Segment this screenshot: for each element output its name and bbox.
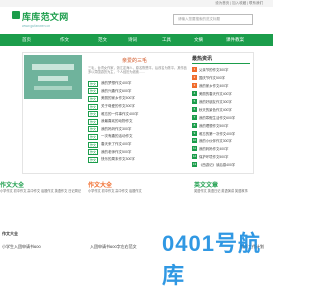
bottom-col1-title: 作文大全 (2, 231, 18, 236)
list-item[interactable]: 作文 我最喜欢的动物作文 (88, 118, 192, 126)
logo-url: www.gufanwen.cn (22, 24, 51, 28)
category-row: 作文大全 小学作文 初中作文 高中作文 话题作文 英语作文 日记周记 作文大全 … (0, 180, 273, 210)
article-list: 作文 我的梦想作文400字 作文 我的兴趣作文600字 作文 美丽的家乡作文500字 … (88, 80, 192, 164)
top-bar: 设为首页 | 加入收藏 | 联系我们 (0, 0, 273, 7)
list-item[interactable]: 作文 难忘的一件事作文400字 (88, 110, 192, 118)
list-item[interactable]: 作文 我的老师作文500字 (88, 148, 192, 156)
logo-title: 库库范文网 (22, 12, 69, 22)
hot-item[interactable]: 6 秋天的景色作文400字 (192, 105, 250, 113)
nav-item-tools[interactable]: 工具 (162, 34, 171, 46)
nav-item-kejian[interactable]: 课件教案 (226, 34, 244, 46)
nav-item-shici[interactable]: 诗词 (128, 34, 137, 46)
list-item[interactable]: 作文 我的兴趣作文600字 (88, 88, 192, 96)
featured-image[interactable] (24, 55, 82, 99)
logo-icon (12, 11, 20, 19)
hot-item[interactable]: 13 《西游记》读后感400字 (192, 161, 250, 169)
nav-item-wenzhai[interactable]: 文摘 (194, 34, 203, 46)
hot-item[interactable]: 3 我的家乡作文400字 (192, 82, 250, 90)
watermark: 0401号航库 (162, 231, 261, 288)
hot-item[interactable]: 11 我的妈妈作文400字 (192, 145, 250, 153)
featured-title[interactable]: 亲爱的三毛 (122, 57, 147, 64)
search-input[interactable]: 请输入您要搜索的范文标题 (173, 14, 253, 25)
nav-item-fanwen[interactable]: 范文 (98, 34, 107, 46)
site-logo[interactable]: 库库范文网 www.gufanwen.cn (12, 10, 69, 28)
bottom-col1-item[interactable]: 小学生入团申请书600 (2, 244, 41, 250)
bottom-col2-item[interactable]: 入团申请书600字左右范文 (90, 244, 137, 250)
category-english[interactable]: 英文文章 英语作文 英语日记 英语演讲 英语故事 (194, 180, 269, 210)
hot-news-panel: 最热资讯 1 父亲节的作文300字 2 国庆节作文500字 3 我的家乡作文400字 … (192, 55, 250, 169)
featured-desc: 三毛，台湾女作家，浙江定海人，原名陈懋平。后改名为陈平。其作品多以异国游历为主，… (88, 66, 187, 75)
hot-item[interactable]: 9 难忘的第一次作文400字 (192, 129, 250, 137)
hot-item[interactable]: 4 美丽的春天作文400字 (192, 90, 250, 98)
list-item[interactable]: 作文 我的妈妈作文300字 (88, 126, 192, 134)
list-item[interactable]: 作文 快乐的周末作文300字 (88, 156, 192, 164)
category-zuowen[interactable]: 作文大全 小学作文 初中作文 高中作文 话题作文 英语作文 日记周记 (0, 180, 84, 210)
hot-item[interactable]: 5 我的好朋友作文300字 (192, 98, 250, 106)
hot-item[interactable]: 12 保护环境作文500字 (192, 153, 250, 161)
category-zuowen-2[interactable]: 作文大全 小学作文 初中作文 高中作文 话题作文 (88, 180, 180, 210)
list-item[interactable]: 作文 春天来了作文400字 (88, 141, 192, 149)
hot-item[interactable]: 10 我的小伙伴作文300字 (192, 137, 250, 145)
main-nav: 首页 作文 范文 诗词 工具 文摘 课件教案 (0, 34, 273, 46)
list-item[interactable]: 作文 关于母爱的作文300字 (88, 103, 192, 111)
nav-item-zuowen[interactable]: 作文 (60, 34, 69, 46)
list-item[interactable]: 作文 我的梦想作文400字 (88, 80, 192, 88)
hot-item[interactable]: 1 父亲节的作文300字 (192, 66, 250, 74)
nav-item-home[interactable]: 首页 (22, 34, 31, 46)
list-item[interactable]: 作文 一次有趣的活动作文 (88, 133, 192, 141)
hot-news-title: 最热资讯 (192, 55, 250, 64)
list-item[interactable]: 作文 美丽的家乡作文500字 (88, 95, 192, 103)
top-links[interactable]: 设为首页 | 加入收藏 | 联系我们 (215, 0, 263, 7)
hot-item[interactable]: 2 国庆节作文500字 (192, 74, 250, 82)
hot-item[interactable]: 7 我的寒假生活作文600字 (192, 113, 250, 121)
hot-item[interactable]: 8 我的理想作文500字 (192, 121, 250, 129)
search-placeholder: 请输入您要搜索的范文标题 (178, 17, 220, 21)
